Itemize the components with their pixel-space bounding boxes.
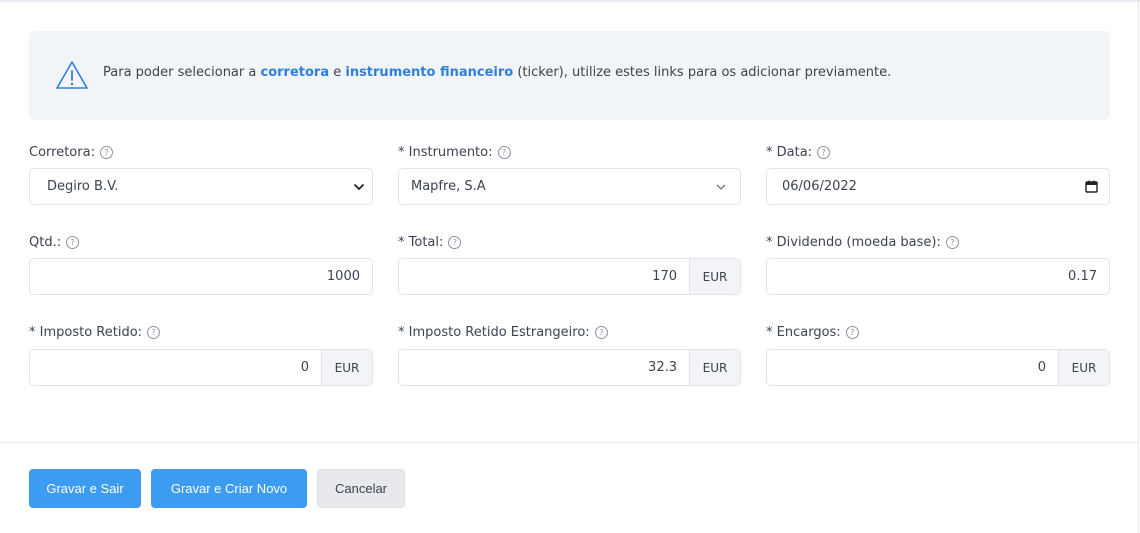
warning-triangle-icon xyxy=(56,61,88,89)
total-currency-addon: EUR xyxy=(689,259,740,294)
withheld-tax-value: 0 xyxy=(300,360,309,375)
charges-label: * Encargos:? xyxy=(766,325,859,340)
date-value: 06/06/2022 xyxy=(782,179,857,194)
charges-value: 0 xyxy=(1037,360,1046,375)
info-alert: Para poder selecionar a corretora e inst… xyxy=(29,31,1110,120)
dividend-input[interactable]: 0.17 xyxy=(766,258,1110,295)
chevron-down-icon xyxy=(702,184,740,190)
help-icon[interactable]: ? xyxy=(594,326,608,339)
total-input[interactable]: 170 EUR xyxy=(398,258,741,295)
save-exit-button[interactable]: Gravar e Sair xyxy=(29,469,141,508)
help-icon[interactable]: ? xyxy=(99,146,113,159)
help-icon[interactable]: ? xyxy=(817,146,831,159)
date-input[interactable]: 06/06/2022 xyxy=(766,168,1110,205)
instrument-value: Mapfre, S.A xyxy=(411,179,486,194)
footer-divider xyxy=(0,442,1139,443)
withheld-tax-label: * Imposto Retido:? xyxy=(29,325,161,340)
broker-link[interactable]: corretora xyxy=(260,65,329,80)
foreign-withheld-tax-input[interactable]: 32.3 EUR xyxy=(398,349,741,386)
foreign-withheld-tax-label: * Imposto Retido Estrangeiro:? xyxy=(398,325,608,340)
foreign-withheld-tax-value: 32.3 xyxy=(648,360,677,375)
help-icon[interactable]: ? xyxy=(448,236,462,249)
help-icon[interactable]: ? xyxy=(147,326,161,339)
dividend-value: 0.17 xyxy=(1068,269,1097,284)
withheld-tax-currency-addon: EUR xyxy=(321,350,372,385)
instrument-label: * Instrumento:? xyxy=(398,145,511,160)
alert-message: Para poder selecionar a corretora e inst… xyxy=(103,65,892,80)
broker-label: Corretora:? xyxy=(29,145,113,160)
chevron-down-icon xyxy=(346,183,372,191)
date-label: * Data:? xyxy=(766,145,831,160)
charges-currency-addon: EUR xyxy=(1058,350,1109,385)
help-icon[interactable]: ? xyxy=(945,236,959,249)
broker-select[interactable]: Degiro B.V. xyxy=(29,168,373,205)
save-new-button[interactable]: Gravar e Criar Novo xyxy=(151,469,307,508)
withheld-tax-input[interactable]: 0 EUR xyxy=(29,349,373,386)
dividend-label: * Dividendo (moeda base):? xyxy=(766,235,959,250)
foreign-withheld-tax-currency-addon: EUR xyxy=(689,350,740,385)
qty-input[interactable]: 1000 xyxy=(29,258,373,295)
instrument-select[interactable]: Mapfre, S.A xyxy=(398,168,741,205)
broker-value: Degiro B.V. xyxy=(47,179,119,194)
qty-value: 1000 xyxy=(326,269,360,284)
help-icon[interactable]: ? xyxy=(845,326,859,339)
total-value: 170 xyxy=(652,269,677,284)
help-icon[interactable]: ? xyxy=(66,236,80,249)
qty-label: Qtd.:? xyxy=(29,235,80,250)
instrument-link[interactable]: instrumento financeiro xyxy=(345,65,513,80)
dividend-form-panel: Para poder selecionar a corretora e inst… xyxy=(0,2,1139,533)
cancel-button[interactable]: Cancelar xyxy=(317,469,405,508)
total-label: * Total:? xyxy=(398,235,462,250)
calendar-icon[interactable] xyxy=(1073,180,1109,193)
charges-input[interactable]: 0 EUR xyxy=(766,349,1110,386)
help-icon[interactable]: ? xyxy=(497,146,511,159)
